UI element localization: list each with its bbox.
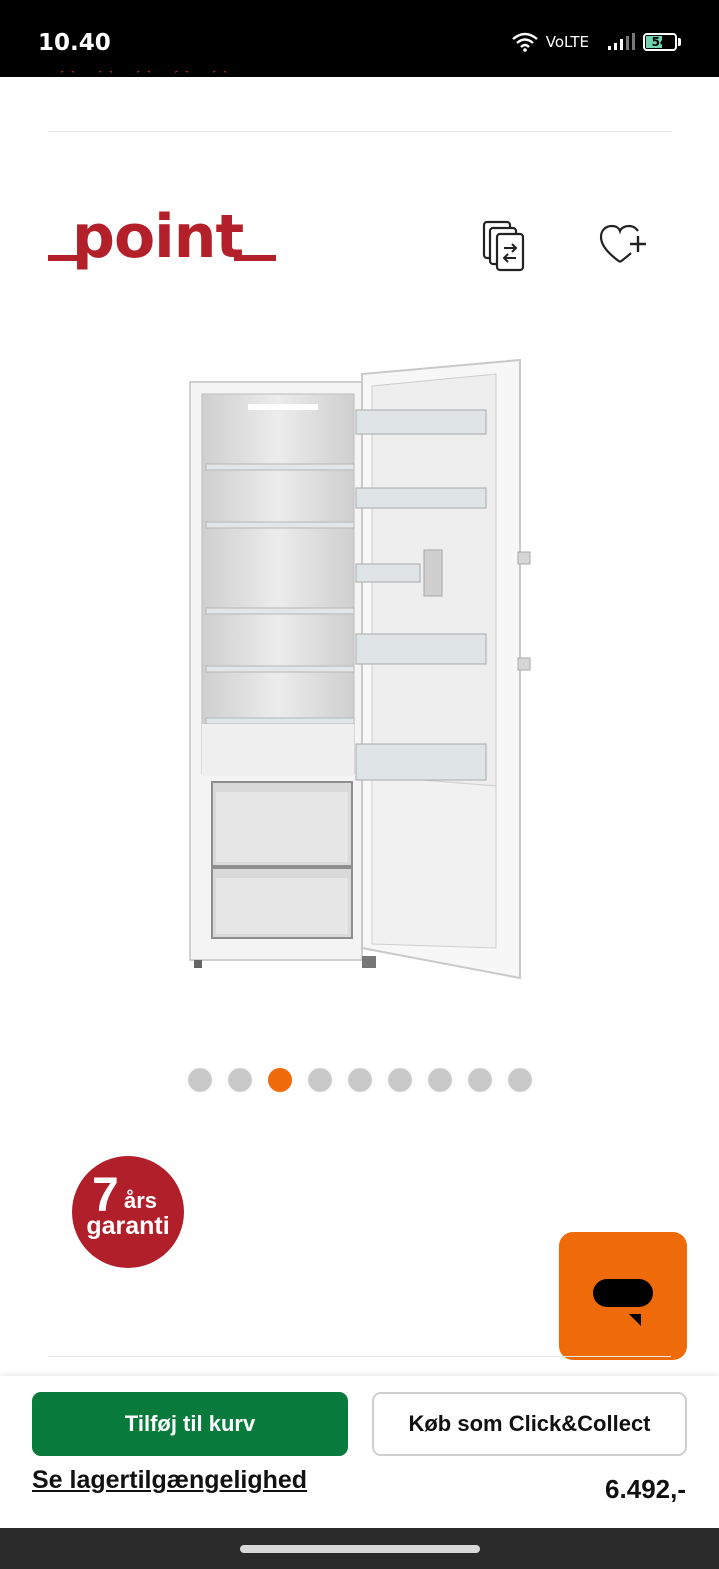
battery-icon: 54	[643, 33, 681, 51]
status-time: 10.40	[38, 30, 111, 56]
gallery-dot[interactable]	[388, 1068, 412, 1092]
divider	[48, 131, 671, 132]
gallery-dot[interactable]	[228, 1068, 252, 1092]
status-bar: 10.40 VoLTE 54	[0, 0, 719, 77]
guarantee-label: garanti	[86, 1212, 170, 1240]
guarantee-badge: 7 års garanti	[72, 1156, 184, 1268]
star-icon: ★	[93, 71, 121, 80]
network-label: VoLTE	[545, 33, 589, 51]
brand-logo: point	[48, 205, 276, 272]
gallery-pagination	[188, 1068, 532, 1092]
gallery-dot[interactable]	[508, 1068, 532, 1092]
purchase-bar: Tilføj til kurv Køb som Click&Collect Se…	[0, 1376, 719, 1528]
home-gesture-handle[interactable]	[240, 1545, 480, 1553]
signal-icon	[608, 33, 635, 50]
stock-availability-link[interactable]: Se lagertilgængelighed	[32, 1466, 307, 1495]
compare-icon	[482, 220, 525, 272]
product-image[interactable]	[180, 352, 540, 982]
rating-stars: ★ ★ ★ ★ ★	[55, 71, 235, 80]
gallery-dot[interactable]	[188, 1068, 212, 1092]
price: 6.492,-	[605, 1474, 686, 1504]
gallery-dot[interactable]	[308, 1068, 332, 1092]
status-icons: VoLTE 54	[512, 32, 681, 52]
heart-plus-icon	[599, 224, 646, 263]
divider	[48, 1356, 671, 1357]
system-nav-bar	[0, 1528, 719, 1569]
compare-button[interactable]	[478, 218, 530, 276]
chat-button[interactable]	[559, 1232, 687, 1360]
gallery-dot[interactable]	[348, 1068, 372, 1092]
star-icon: ★	[131, 71, 159, 80]
wishlist-button[interactable]	[598, 222, 650, 268]
gallery-dot[interactable]	[428, 1068, 452, 1092]
star-icon: ★	[55, 71, 83, 80]
click-collect-button[interactable]: Køb som Click&Collect	[372, 1392, 687, 1456]
gallery-dot[interactable]	[268, 1068, 292, 1092]
battery-level: 54	[651, 35, 669, 49]
wifi-icon	[512, 32, 538, 52]
add-to-cart-button[interactable]: Tilføj til kurv	[32, 1392, 348, 1456]
brand-logo-text: point	[72, 205, 243, 272]
guarantee-years-label: års	[124, 1188, 158, 1213]
star-icon: ★	[169, 71, 197, 80]
gallery-dot[interactable]	[468, 1068, 492, 1092]
star-icon: ★	[207, 71, 235, 80]
